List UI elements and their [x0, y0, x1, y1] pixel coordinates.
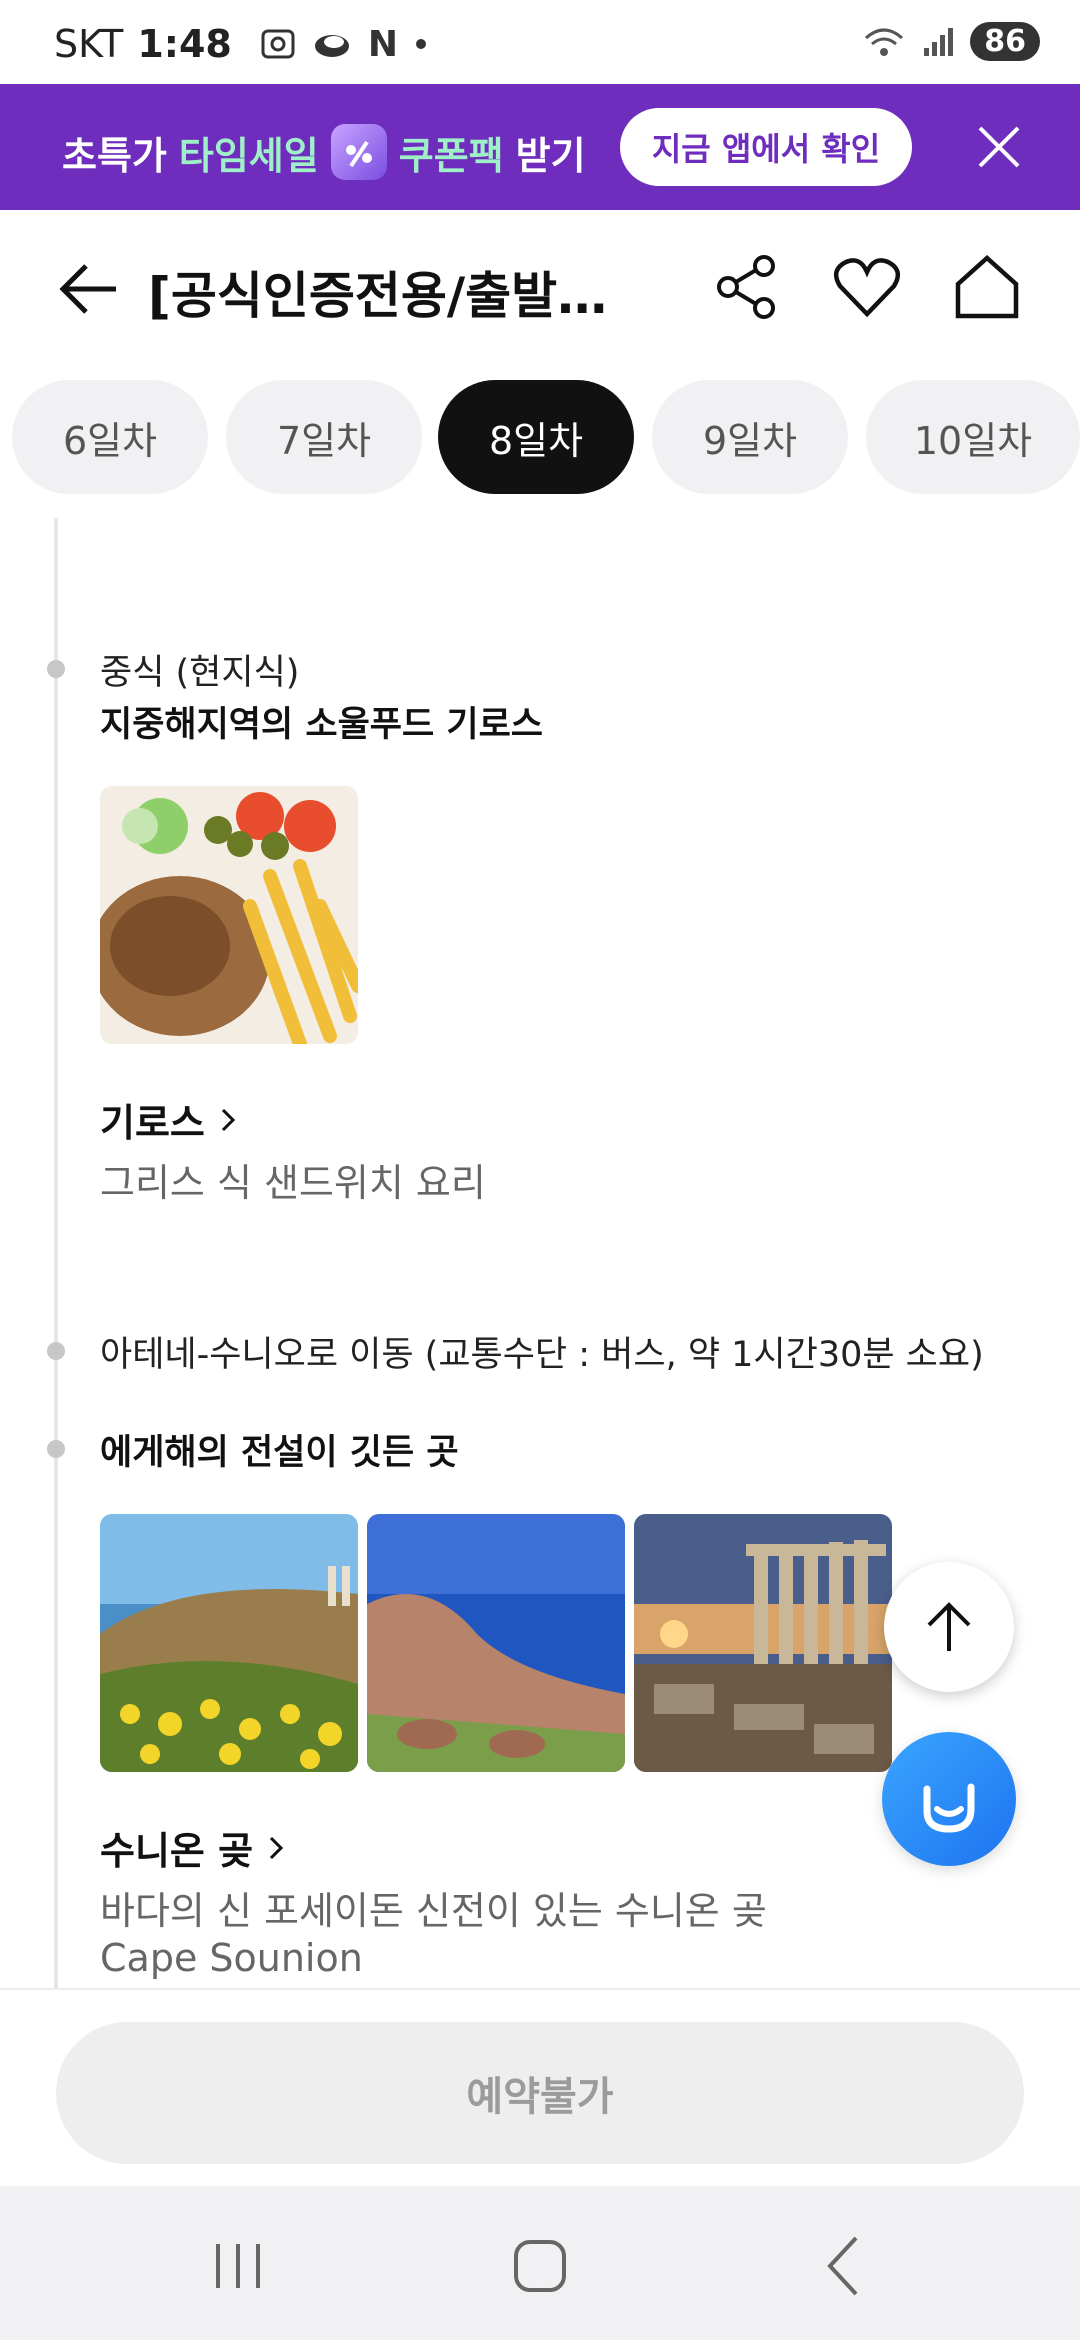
promo-text: 초특가 타임세일 쿠폰팩 받기: [62, 124, 586, 180]
tab-day-9[interactable]: 9일차: [652, 380, 848, 494]
chevron-right-icon: [221, 1108, 236, 1131]
place-name-label: 수니온 곶: [100, 1829, 254, 1873]
tab-day-8[interactable]: 8일차: [438, 380, 634, 494]
gyros-link[interactable]: 기로스: [100, 1092, 243, 1147]
open-app-button[interactable]: 지금 앱에서 확인: [620, 108, 912, 186]
close-icon[interactable]: [974, 122, 1024, 172]
timeline-dot: [47, 1342, 65, 1360]
share-icon[interactable]: [712, 252, 782, 322]
promo-highlight-1: 타임세일: [178, 133, 319, 178]
netflix-icon: N: [367, 23, 398, 65]
back-nav-icon[interactable]: [804, 2226, 884, 2306]
timeline-line: [54, 518, 58, 1988]
gyros-photo[interactable]: [100, 786, 358, 1044]
status-left: SKT 1:48 N: [54, 22, 428, 66]
tab-day-6[interactable]: 6일차: [12, 380, 208, 494]
meal-title: 지중해지역의 소울푸드 기로스: [100, 705, 543, 745]
sounion-photo-2[interactable]: [367, 1514, 625, 1772]
promo-text-2: 받기: [515, 133, 586, 178]
notification-icons: N: [260, 24, 428, 65]
status-right: 86: [862, 22, 1040, 61]
promo-banner[interactable]: 초특가 타임세일 쿠폰팩 받기 지금 앱에서 확인: [0, 84, 1080, 210]
place-name-label: 기로스: [100, 1101, 205, 1145]
signal-icon: [924, 27, 954, 56]
page-title: [공식인증전용/출발확정] 그리스 일주: [148, 267, 648, 325]
transfer-text: 아테네-수니오로 이동 (교통수단 : 버스, 약 1시간30분 소요): [100, 1335, 984, 1375]
chevron-right-icon: [270, 1836, 284, 1859]
tab-day-10[interactable]: 10일차: [866, 380, 1080, 494]
sight-title: 에게해의 전설이 깃든 곳: [100, 1433, 459, 1473]
promo-text-1: 초특가: [62, 133, 167, 178]
cloud-icon: [314, 35, 349, 57]
meal-type: 중식 (현지식): [100, 653, 300, 693]
screenshot-icon: [261, 29, 295, 59]
clock-time: 1:48: [137, 22, 232, 66]
sounion-description-en: Cape Sounion: [100, 1936, 363, 1980]
carrier-label: SKT: [54, 22, 124, 66]
arrow-up-icon: [927, 1602, 971, 1651]
coupon-icon: [330, 124, 387, 180]
gyros-description: 그리스 식 샌드위치 요리: [100, 1161, 486, 1205]
timeline-dot: [47, 660, 65, 678]
battery-indicator: 86: [970, 22, 1040, 61]
home-nav-icon[interactable]: [500, 2226, 580, 2306]
reserve-button[interactable]: 예약불가: [56, 2022, 1024, 2164]
home-icon[interactable]: [952, 252, 1022, 322]
status-bar: SKT 1:48 N 86: [0, 0, 1080, 84]
dot-icon: [415, 39, 426, 49]
waving-hand-icon: [923, 1783, 975, 1833]
tab-day-7[interactable]: 7일차: [226, 380, 422, 494]
bottom-cta-area: 예약불가: [0, 1988, 1080, 2186]
sounion-description: 바다의 신 포세이돈 신전이 있는 수니온 곶: [100, 1889, 767, 1933]
chatbot-button[interactable]: [882, 1732, 1016, 1866]
back-arrow-icon[interactable]: [54, 254, 124, 324]
recent-apps-icon[interactable]: [198, 2226, 278, 2306]
sounion-link[interactable]: 수니온 곶: [100, 1820, 291, 1875]
wifi-icon: [865, 28, 904, 56]
sounion-photo-1[interactable]: [100, 1514, 358, 1772]
sounion-photo-3[interactable]: [634, 1514, 892, 1772]
timeline-dot: [47, 1440, 65, 1458]
system-nav-bar: [0, 2186, 1080, 2340]
heart-icon[interactable]: [832, 252, 902, 322]
day-tabs: 6일차 7일차 8일차 9일차 10일차: [0, 380, 1080, 496]
scroll-to-top-button[interactable]: [884, 1562, 1014, 1692]
top-app-bar: [공식인증전용/출발확정] 그리스 일주: [0, 210, 1080, 360]
promo-highlight-2: 쿠폰팩: [398, 133, 504, 178]
